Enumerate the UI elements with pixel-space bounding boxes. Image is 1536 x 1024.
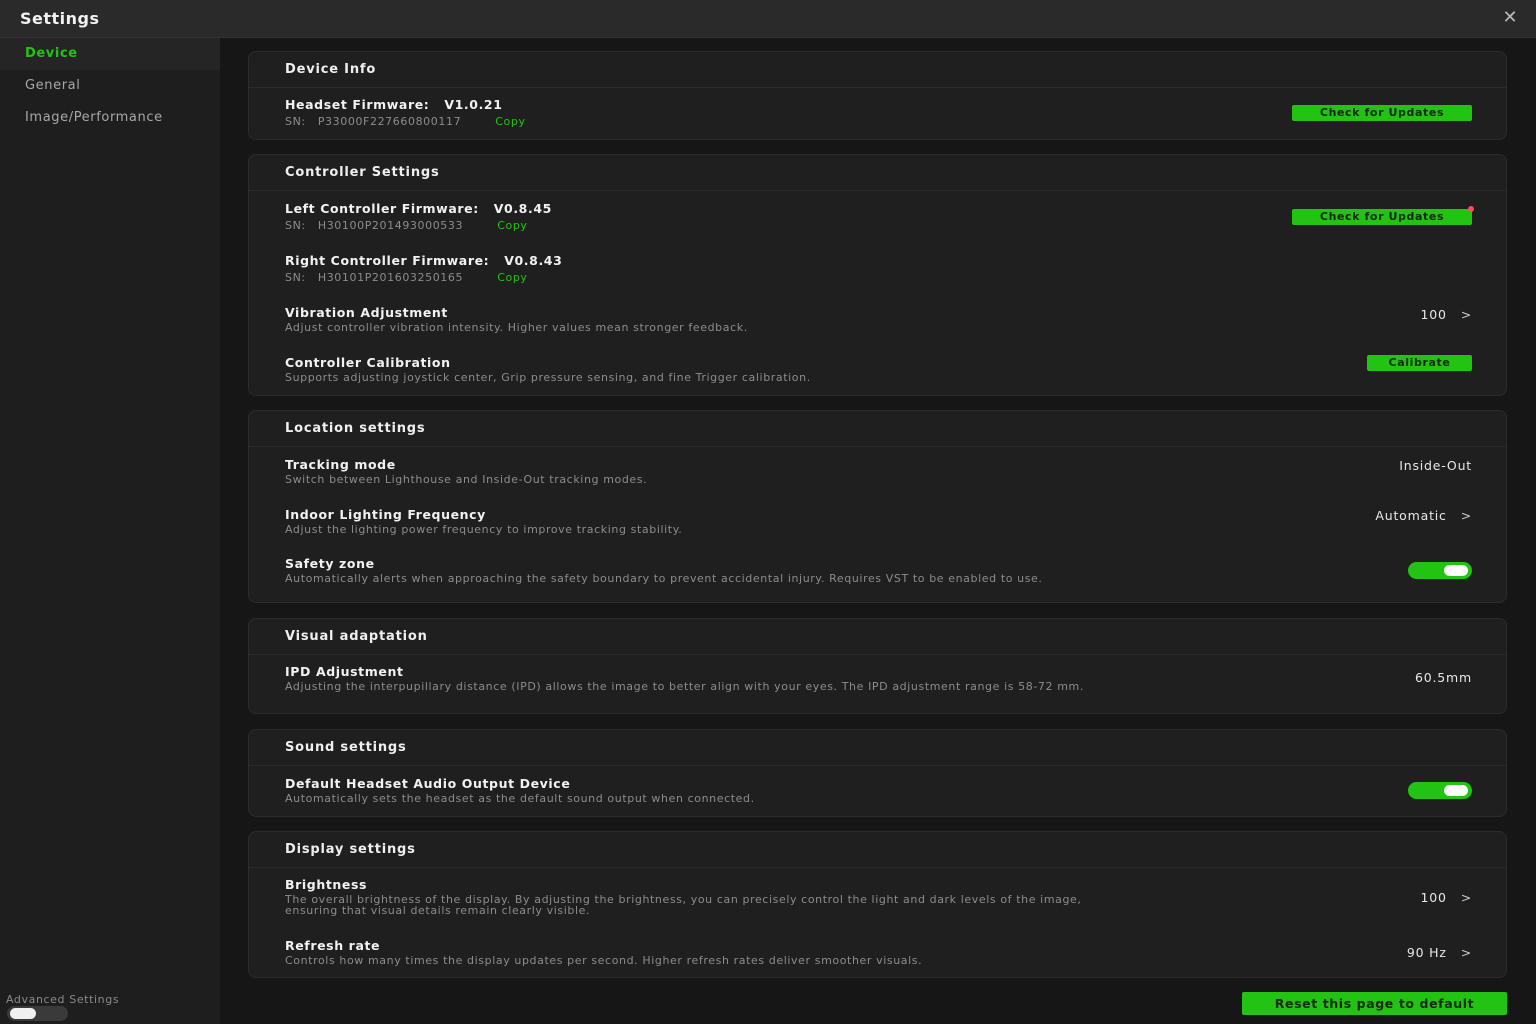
brightness-value[interactable]: 100 > — [1420, 890, 1472, 905]
safety-zone-toggle[interactable] — [1408, 562, 1472, 579]
headset-firmware-version: V1.0.21 — [444, 97, 503, 112]
tracking-desc: Switch between Lighthouse and Inside-Out… — [285, 473, 648, 486]
controller-settings-card: Controller Settings Left Controller Firm… — [248, 154, 1507, 396]
tracking-title: Tracking mode — [285, 457, 396, 472]
vibration-value[interactable]: 100 > — [1420, 307, 1472, 322]
headset-firmware-label: Headset Firmware: — [285, 97, 430, 112]
audio-output-row: Default Headset Audio Output Device Auto… — [285, 776, 1472, 804]
reset-default-button[interactable]: Reset this page to default — [1242, 992, 1507, 1015]
device-info-card: Device Info Headset Firmware: V1.0.21 SN… — [248, 51, 1507, 140]
location-settings-card: Location settings Tracking mode Switch b… — [248, 410, 1507, 603]
audio-output-title: Default Headset Audio Output Device — [285, 776, 571, 791]
title-bar: Settings ✕ — [0, 0, 1536, 38]
right-controller-sn: SN: H30101P201603250165 Copy — [285, 271, 1472, 284]
chevron-right-icon: > — [1460, 890, 1472, 905]
tracking-row: Tracking mode Switch between Lighthouse … — [285, 457, 1472, 485]
refresh-rate-value-text: 90 Hz — [1406, 945, 1447, 960]
audio-output-toggle[interactable] — [1408, 782, 1472, 799]
ipd-desc: Adjusting the interpupillary distance (I… — [285, 680, 1084, 693]
chevron-right-icon: > — [1460, 508, 1472, 523]
sidebar-item-general[interactable]: General — [0, 70, 220, 102]
refresh-rate-title: Refresh rate — [285, 938, 381, 953]
audio-output-desc: Automatically sets the headset as the de… — [285, 792, 755, 805]
section-header: Sound settings — [249, 730, 1506, 766]
lighting-value[interactable]: Automatic > — [1375, 508, 1472, 523]
toggle-knob — [10, 1008, 36, 1019]
sn-value: P33000F227660800117 — [317, 115, 462, 128]
chevron-right-icon: > — [1460, 945, 1472, 960]
ipd-value[interactable]: 60.5mm — [1415, 670, 1472, 685]
section-header: Location settings — [249, 411, 1506, 447]
display-settings-card: Display settings Brightness The overall … — [248, 831, 1507, 978]
copy-link[interactable]: Copy — [495, 115, 525, 128]
tracking-value[interactable]: Inside-Out — [1399, 458, 1472, 473]
advanced-settings-label: Advanced Settings — [6, 993, 120, 1006]
ipd-row: IPD Adjustment Adjusting the interpupill… — [285, 664, 1472, 692]
section-header: Visual adaptation — [249, 619, 1506, 655]
calibrate-button[interactable]: Calibrate — [1367, 355, 1472, 371]
sn-label: SN: — [285, 219, 306, 232]
update-badge-dot — [1468, 206, 1474, 212]
vibration-title: Vibration Adjustment — [285, 305, 448, 320]
vibration-desc: Adjust controller vibration intensity. H… — [285, 321, 748, 334]
brightness-value-text: 100 — [1420, 890, 1447, 905]
right-controller-version: V0.8.43 — [504, 253, 563, 268]
left-controller-row: Left Controller Firmware: V0.8.45 SN: H3… — [285, 201, 1474, 232]
check-updates-button[interactable]: Check for Updates — [1292, 105, 1472, 121]
brightness-title: Brightness — [285, 877, 368, 892]
lighting-desc: Adjust the lighting power frequency to i… — [285, 523, 683, 536]
ipd-title: IPD Adjustment — [285, 664, 404, 679]
sidebar-item-image-performance[interactable]: Image/Performance — [0, 102, 220, 134]
sn-value: H30100P201493000533 — [317, 219, 464, 232]
left-controller-label: Left Controller Firmware: — [285, 201, 479, 216]
lighting-row: Indoor Lighting Frequency Adjust the lig… — [285, 507, 1472, 535]
window-title: Settings — [20, 9, 100, 28]
left-controller-version: V0.8.45 — [493, 201, 552, 216]
main-content: Device Info Headset Firmware: V1.0.21 SN… — [220, 38, 1536, 1024]
headset-firmware-row: Headset Firmware: V1.0.21 SN: P33000F227… — [285, 97, 1472, 128]
advanced-settings-toggle[interactable] — [7, 1006, 68, 1021]
chevron-right-icon: > — [1460, 307, 1472, 322]
calibration-desc: Supports adjusting joystick center, Grip… — [285, 371, 811, 384]
section-header: Display settings — [249, 832, 1506, 868]
visual-adaptation-card: Visual adaptation IPD Adjustment Adjusti… — [248, 618, 1507, 714]
calibration-title: Controller Calibration — [285, 355, 451, 370]
lighting-value-text: Automatic — [1375, 508, 1447, 523]
safety-title: Safety zone — [285, 556, 375, 571]
vibration-row: Vibration Adjustment Adjust controller v… — [285, 305, 1472, 333]
copy-link[interactable]: Copy — [497, 271, 527, 284]
safety-row: Safety zone Automatically alerts when ap… — [285, 556, 1472, 584]
right-controller-row: Right Controller Firmware: V0.8.43 SN: H… — [285, 253, 1472, 284]
sidebar-item-device[interactable]: Device — [0, 38, 220, 70]
sn-label: SN: — [285, 115, 306, 128]
toggle-knob — [1444, 565, 1468, 576]
vibration-value-text: 100 — [1420, 307, 1447, 322]
sidebar: Device General Image/Performance Advance… — [0, 38, 220, 1024]
sn-value: H30101P201603250165 — [317, 271, 464, 284]
copy-link[interactable]: Copy — [497, 219, 527, 232]
check-updates-button[interactable]: Check for Updates — [1292, 209, 1472, 225]
refresh-rate-value[interactable]: 90 Hz > — [1407, 945, 1472, 960]
brightness-desc: The overall brightness of the display. B… — [285, 893, 1082, 917]
safety-desc: Automatically alerts when approaching th… — [285, 572, 1043, 585]
refresh-rate-row: Refresh rate Controls how many times the… — [285, 938, 1472, 966]
right-controller-title: Right Controller Firmware: V0.8.43 — [285, 253, 1472, 268]
brightness-row: Brightness The overall brightness of the… — [285, 877, 1472, 916]
toggle-knob — [1444, 785, 1468, 796]
lighting-title: Indoor Lighting Frequency — [285, 507, 486, 522]
refresh-rate-desc: Controls how many times the display upda… — [285, 954, 923, 967]
section-header: Controller Settings — [249, 155, 1506, 191]
section-header: Device Info — [249, 52, 1506, 88]
sn-label: SN: — [285, 271, 306, 284]
right-controller-label: Right Controller Firmware: — [285, 253, 490, 268]
close-icon[interactable]: ✕ — [1500, 8, 1520, 28]
calibration-row: Controller Calibration Supports adjustin… — [285, 355, 1472, 383]
sound-settings-card: Sound settings Default Headset Audio Out… — [248, 729, 1507, 817]
